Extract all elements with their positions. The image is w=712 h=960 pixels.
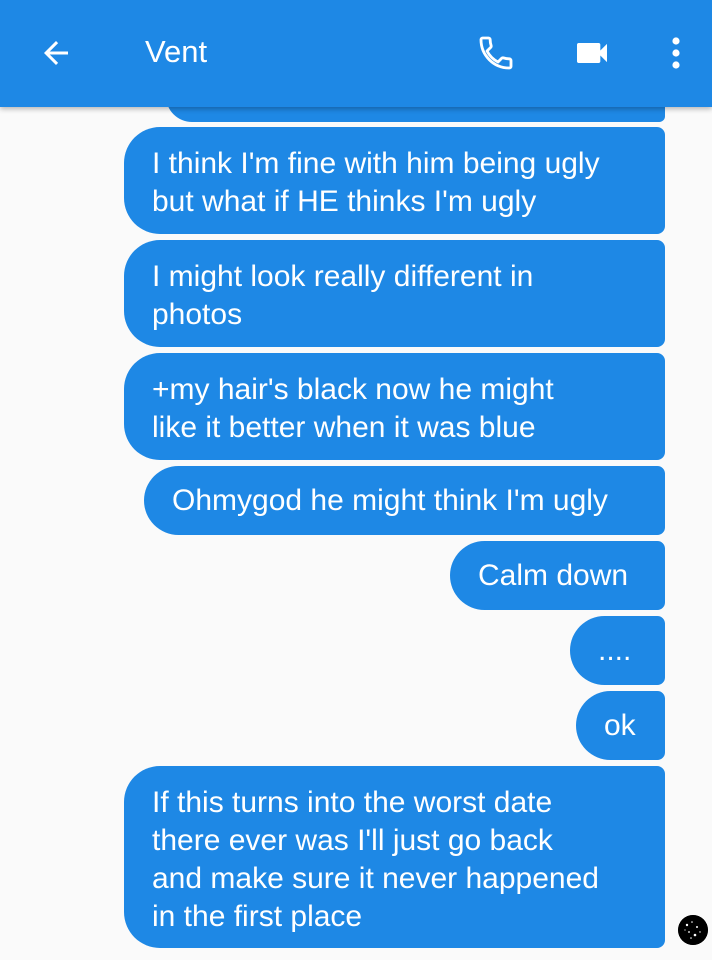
call-button[interactable] — [470, 27, 522, 79]
message-bubble[interactable]: +my hair's black now he might like it be… — [124, 353, 665, 460]
more-vert-icon — [672, 37, 680, 69]
conversation-title: Vent — [145, 34, 208, 69]
message-thread: I think I'm fine with him being ugly but… — [0, 0, 712, 960]
arrow-back-icon — [44, 41, 68, 65]
message-bubble[interactable]: ok — [576, 691, 665, 760]
app-bar: Vent — [0, 0, 712, 107]
back-button[interactable] — [30, 27, 82, 79]
message-bubble[interactable]: If this turns into the worst date there … — [124, 766, 665, 948]
message-bubble[interactable]: Calm down — [450, 541, 665, 610]
avatar-image — [678, 915, 708, 945]
message-bubble[interactable]: Ohmygod he might think I'm ugly — [144, 466, 665, 535]
message-bubble[interactable]: .... — [570, 616, 665, 685]
more-options-button[interactable] — [656, 27, 696, 79]
message-bubble[interactable]: I think I'm fine with him being ugly but… — [124, 127, 665, 234]
video-call-button[interactable] — [566, 27, 618, 79]
phone-icon — [479, 36, 513, 70]
message-bubble[interactable]: I might look really different in photos — [124, 240, 665, 347]
avatar — [678, 915, 708, 945]
videocam-icon — [577, 43, 607, 63]
